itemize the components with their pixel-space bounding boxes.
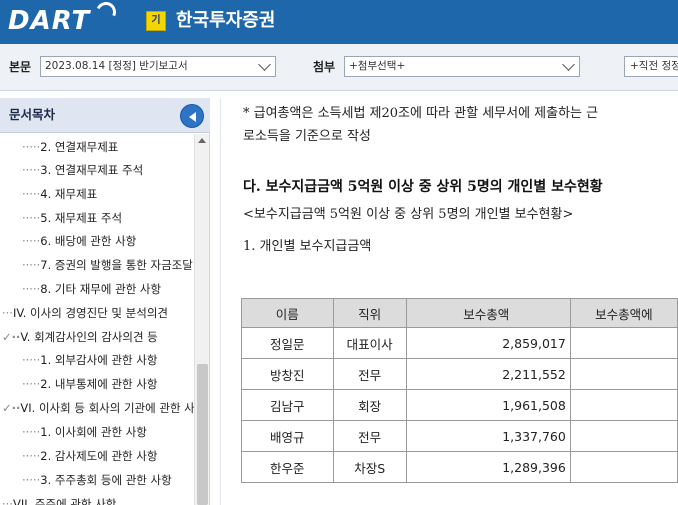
toc-item[interactable]: ·····1. 이사회에 관한 사항 bbox=[22, 421, 147, 443]
table-row: 김남구 회장 1,961,508 bbox=[241, 389, 678, 421]
empty-cell bbox=[569, 451, 678, 483]
prev-revision-button[interactable]: +직전 정정 bbox=[624, 56, 678, 77]
toc-title: 문서목차 bbox=[9, 107, 56, 122]
note-line: * 급여총액은 소득세법 제20조에 따라 관할 세무서에 제출하는 근 bbox=[243, 106, 599, 121]
position-cell: 전무 bbox=[332, 358, 407, 390]
collapse-sidebar-button[interactable] bbox=[180, 104, 204, 128]
market-badge: 기 bbox=[146, 11, 166, 31]
amount-cell: 2,211,552 bbox=[405, 358, 571, 390]
chevron-left-icon bbox=[189, 112, 196, 122]
name-cell: 정일문 bbox=[241, 327, 334, 359]
column-header: 직위 bbox=[332, 298, 407, 328]
toc-item[interactable]: ·····5. 재무제표 주석 bbox=[22, 207, 122, 229]
toc-item[interactable]: ·····6. 배당에 관한 사항 bbox=[22, 230, 136, 252]
main-doc-select[interactable]: 2023.08.14 [정정] 반기보고서 bbox=[40, 56, 276, 77]
main-doc-value: 2023.08.14 [정정] 반기보고서 bbox=[45, 60, 188, 72]
amount-cell: 2,859,017 bbox=[405, 327, 571, 359]
name-cell: 한우준 bbox=[241, 451, 334, 483]
toc-item[interactable]: ·····7. 증권의 발행을 통한 자금조달 bbox=[22, 254, 193, 276]
toc-item[interactable]: ···IV. 이사의 경영진단 및 분석의견 bbox=[2, 302, 168, 324]
document-content: * 급여총액은 소득세법 제20조에 따라 관할 세무서에 제출하는 근 로소득… bbox=[220, 98, 678, 505]
toc-sidebar: 문서목차 ·····2. 연결재무제표 ·····3. 연결재무제표 주석 ··… bbox=[0, 98, 210, 505]
arrow-up-icon[interactable] bbox=[198, 138, 206, 143]
check-icon: ✓·· bbox=[2, 330, 21, 344]
column-header: 보수총액 bbox=[405, 298, 571, 328]
toc-scrollbar[interactable] bbox=[194, 134, 209, 505]
position-cell: 전무 bbox=[332, 420, 407, 452]
empty-cell bbox=[569, 358, 678, 390]
note-line: 로소득을 기준으로 작성 bbox=[243, 129, 371, 144]
empty-cell bbox=[569, 389, 678, 421]
toc-item[interactable]: ·····2. 감사제도에 관한 사항 bbox=[22, 445, 157, 467]
company-name: 한국투자증권 bbox=[176, 10, 276, 31]
toc-item[interactable]: ✓··VI. 이사회 등 회사의 기관에 관한 사항 bbox=[2, 397, 194, 419]
table-row: 정일문 대표이사 2,859,017 bbox=[241, 327, 678, 359]
table-caption: <보수지급금액 5억원 이상 중 상위 5명의 개인별 보수현황> bbox=[243, 207, 574, 222]
position-cell: 차장S bbox=[332, 451, 407, 483]
empty-cell bbox=[569, 327, 678, 359]
attach-value: +첨부선택+ bbox=[349, 60, 406, 72]
scrollbar-thumb[interactable] bbox=[197, 364, 208, 505]
amount-cell: 1,289,396 bbox=[405, 451, 571, 483]
name-cell: 배영규 bbox=[241, 420, 334, 452]
toc-item[interactable]: ·····4. 재무제표 bbox=[22, 183, 97, 205]
amount-cell: 1,337,760 bbox=[405, 420, 571, 452]
table-row: 방창진 전무 2,211,552 bbox=[241, 358, 678, 390]
compensation-table: 이름 직위 보수총액 보수총액에 정일문 대표이사 2,859,017 방창진 … bbox=[241, 298, 678, 483]
main-doc-label: 본문 bbox=[9, 60, 32, 74]
attach-label: 첨부 bbox=[313, 60, 336, 74]
toc-item[interactable]: ·····2. 연결재무제표 bbox=[22, 136, 118, 158]
table-row: 배영규 전무 1,337,760 bbox=[241, 420, 678, 452]
toc-item[interactable]: ·····1. 외부감사에 관한 사항 bbox=[22, 349, 157, 371]
document-toolbar: 본문 2023.08.14 [정정] 반기보고서 첨부 +첨부선택+ +직전 정… bbox=[0, 44, 678, 91]
chevron-down-icon bbox=[258, 58, 271, 71]
toc-item[interactable]: ·····3. 연결재무제표 주석 bbox=[22, 159, 143, 181]
app-header: DART 기 한국투자증권 bbox=[0, 0, 678, 44]
toc-item[interactable]: ·····2. 내부통제에 관한 사항 bbox=[22, 373, 157, 395]
toc-list: ·····2. 연결재무제표 ·····3. 연결재무제표 주석 ·····4.… bbox=[0, 134, 194, 505]
subsection-title: 1. 개인별 보수지급금액 bbox=[243, 239, 372, 254]
position-cell: 회장 bbox=[332, 389, 407, 421]
check-icon: ✓·· bbox=[2, 401, 21, 415]
toc-item[interactable]: ···VII. 주주에 관한 사항 bbox=[2, 493, 116, 505]
dart-logo[interactable]: DART bbox=[8, 6, 90, 36]
column-header: 이름 bbox=[241, 298, 334, 328]
empty-cell bbox=[569, 420, 678, 452]
amount-cell: 1,961,508 bbox=[405, 389, 571, 421]
position-cell: 대표이사 bbox=[332, 327, 407, 359]
section-heading: 다. 보수지급금액 5억원 이상 중 상위 5명의 개인별 보수현황 bbox=[243, 179, 603, 195]
toc-item[interactable]: ·····8. 기타 재무에 관한 사항 bbox=[22, 278, 161, 300]
toc-item[interactable]: ·····3. 주주총회 등에 관한 사항 bbox=[22, 469, 172, 491]
logo-swoosh-icon bbox=[93, 0, 119, 25]
column-header: 보수총액에 bbox=[569, 298, 678, 328]
toc-item[interactable]: ✓··V. 회계감사인의 감사의견 등 bbox=[2, 326, 158, 348]
table-row: 한우준 차장S 1,289,396 bbox=[241, 451, 678, 483]
chevron-down-icon bbox=[562, 58, 575, 71]
name-cell: 김남구 bbox=[241, 389, 334, 421]
attach-select[interactable]: +첨부선택+ bbox=[344, 56, 580, 77]
name-cell: 방창진 bbox=[241, 358, 334, 390]
table-header-row: 이름 직위 보수총액 보수총액에 bbox=[241, 298, 678, 328]
toc-header: 문서목차 bbox=[0, 98, 210, 133]
